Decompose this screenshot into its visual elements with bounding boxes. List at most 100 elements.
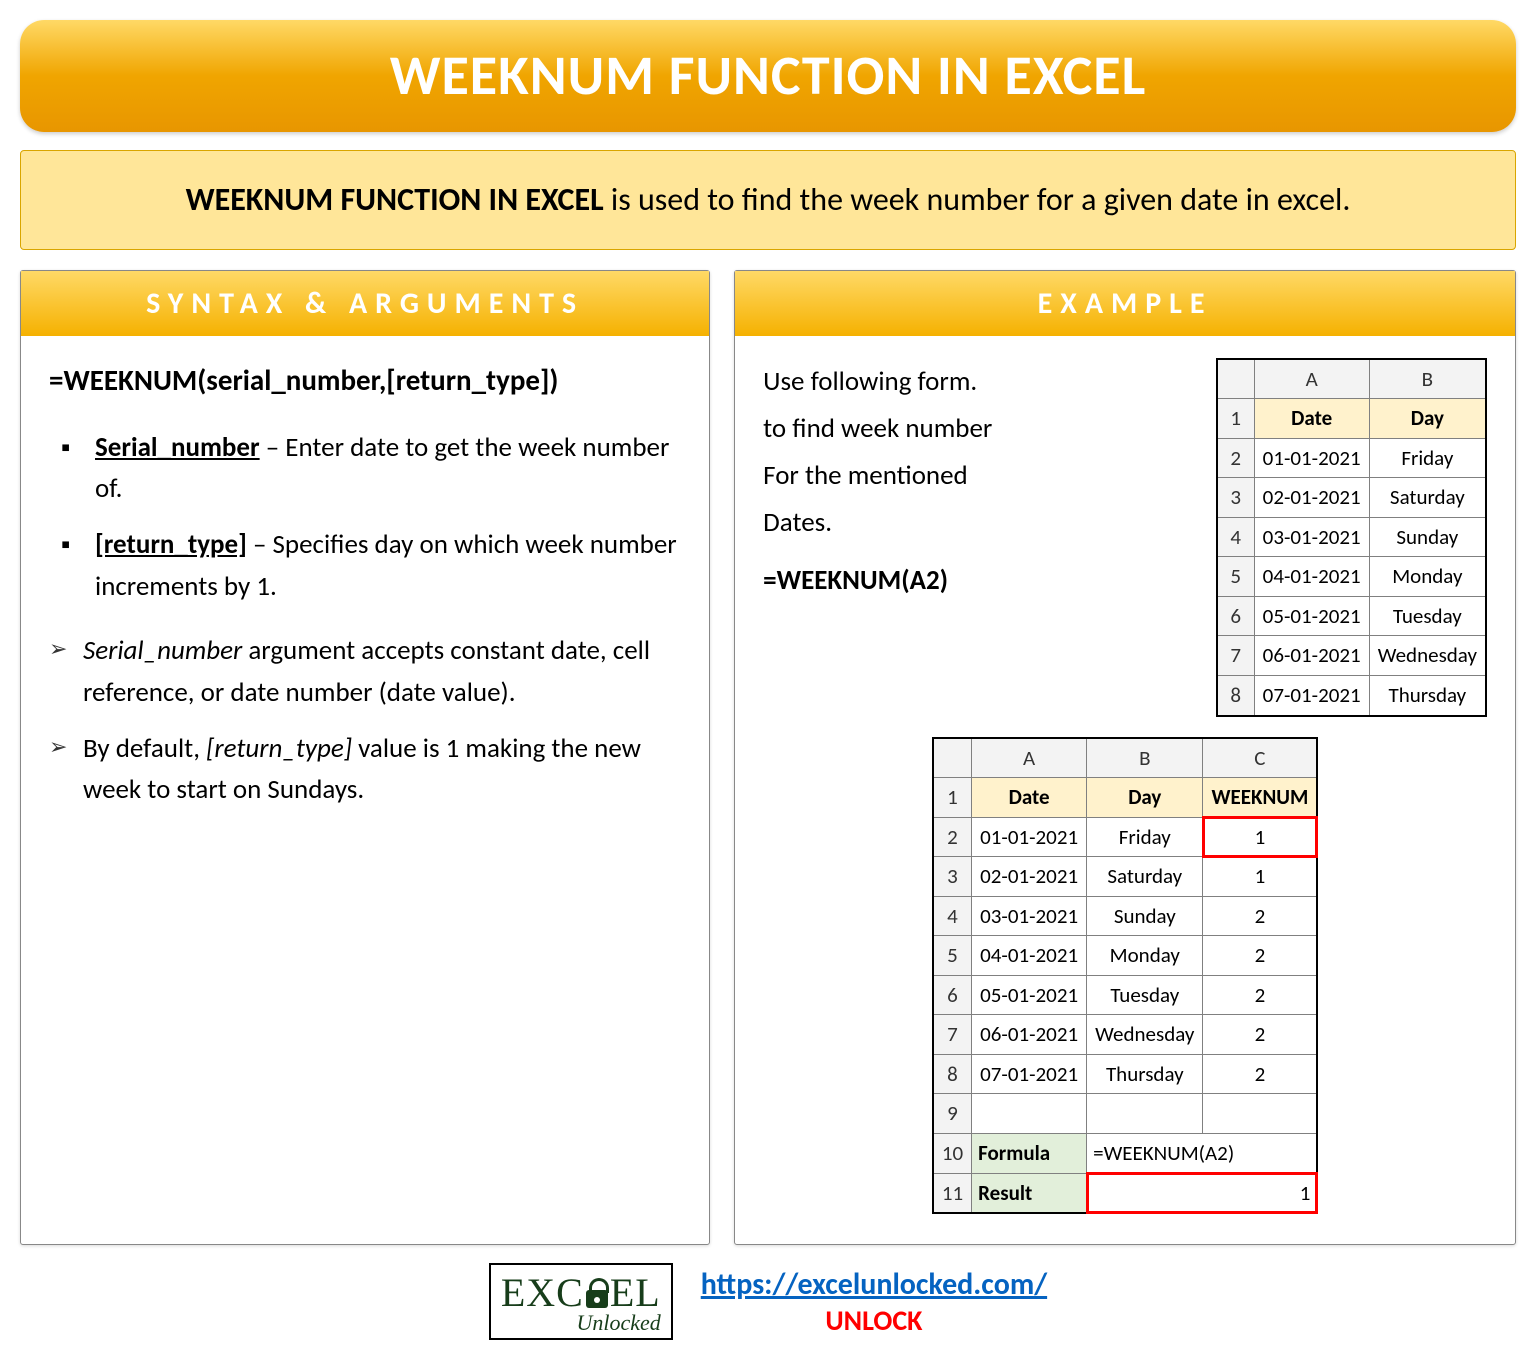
- syntax-header: SYNTAX & ARGUMENTS: [21, 271, 709, 336]
- row-header: 6: [933, 975, 972, 1015]
- row-header: 2: [1217, 438, 1255, 478]
- note-italic: Serial_number: [83, 634, 242, 667]
- row-header: 3: [933, 857, 972, 897]
- formula-label-cell: Formula: [972, 1133, 1087, 1173]
- table-cell: 07-01-2021: [972, 1054, 1087, 1094]
- example-line: Dates.: [763, 499, 1198, 546]
- row-header: 8: [1217, 675, 1255, 715]
- row-header: 5: [1217, 557, 1255, 597]
- example-line: Use following form.: [763, 358, 1198, 405]
- intro-description: WEEKNUM FUNCTION IN EXCEL is used to fin…: [20, 150, 1516, 250]
- table-cell: 03-01-2021: [972, 896, 1087, 936]
- table-cell: 05-01-2021: [1254, 596, 1369, 636]
- note-item: Serial_number argument accepts constant …: [49, 630, 681, 714]
- table-cell: 2: [1203, 1015, 1317, 1055]
- syntax-formula: =WEEKNUM(serial_number,[return_type]): [49, 358, 681, 403]
- table-corner: [933, 738, 972, 778]
- row-header: 5: [933, 936, 972, 976]
- table-cell: 01-01-2021: [972, 817, 1087, 857]
- result-label-cell: Result: [972, 1173, 1087, 1213]
- table-cell: 04-01-2021: [1254, 557, 1369, 597]
- table-cell: Thursday: [1087, 1054, 1203, 1094]
- row-header: 11: [933, 1173, 972, 1213]
- table-cell: 02-01-2021: [972, 857, 1087, 897]
- result-value-highlight: 1: [1087, 1173, 1318, 1213]
- arg-name: [return_type]: [95, 528, 247, 561]
- note-pre: By default,: [83, 732, 206, 765]
- table-cell: 07-01-2021: [1254, 675, 1369, 715]
- col-header: B: [1369, 359, 1486, 399]
- example-line: For the mentioned: [763, 452, 1198, 499]
- table-cell: Tuesday: [1369, 596, 1486, 636]
- col-header: A: [972, 738, 1087, 778]
- footer: EXCEL Unlocked https://excelunlocked.com…: [20, 1263, 1516, 1340]
- example-panel: EXAMPLE Use following form. to find week…: [734, 270, 1516, 1245]
- table-cell: 1: [1203, 857, 1317, 897]
- table-cell: [1087, 1094, 1203, 1134]
- table-cell: Tuesday: [1087, 975, 1203, 1015]
- note-item: By default, [return_type] value is 1 mak…: [49, 728, 681, 812]
- table-header-cell: Date: [1254, 399, 1369, 439]
- footer-link[interactable]: https://excelunlocked.com/: [701, 1266, 1047, 1303]
- row-header: 8: [933, 1054, 972, 1094]
- example-table-2: A B C 1 Date Day WEEKNUM 201-01-2021Frid…: [932, 737, 1319, 1215]
- table-cell: 2: [1203, 936, 1317, 976]
- example-header: EXAMPLE: [735, 271, 1515, 336]
- table-cell: 04-01-2021: [972, 936, 1087, 976]
- table-cell: Saturday: [1087, 857, 1203, 897]
- intro-bold: WEEKNUM FUNCTION IN EXCEL: [186, 180, 604, 219]
- row-header: 3: [1217, 478, 1255, 518]
- row-header: 1: [1217, 399, 1255, 439]
- row-header: 7: [933, 1015, 972, 1055]
- col-header: B: [1087, 738, 1203, 778]
- note-italic: [return_type]: [206, 732, 352, 765]
- weeknum-result-highlight: 1: [1203, 817, 1317, 857]
- table-cell: Sunday: [1087, 896, 1203, 936]
- table-cell: 06-01-2021: [1254, 636, 1369, 676]
- row-header: 4: [1217, 517, 1255, 557]
- arg-return-type: [return_type] – Specifies day on which w…: [61, 524, 681, 608]
- arg-name: Serial_number: [95, 431, 260, 464]
- row-header: 2: [933, 817, 972, 857]
- table-cell: Sunday: [1369, 517, 1486, 557]
- table-cell: Thursday: [1369, 675, 1486, 715]
- table-corner: [1217, 359, 1255, 399]
- page-title: WEEKNUM FUNCTION IN EXCEL: [20, 20, 1516, 132]
- row-header: 4: [933, 896, 972, 936]
- example-formula: =WEEKNUM(A2): [763, 557, 1198, 604]
- table-cell: 01-01-2021: [1254, 438, 1369, 478]
- lock-icon: [586, 1278, 608, 1308]
- example-line: to find week number: [763, 405, 1198, 452]
- syntax-panel: SYNTAX & ARGUMENTS =WEEKNUM(serial_numbe…: [20, 270, 710, 1245]
- row-header: 10: [933, 1133, 972, 1173]
- logo-subtext: Unlocked: [576, 1310, 660, 1336]
- table-header-cell: Day: [1369, 399, 1486, 439]
- table-cell: Monday: [1087, 936, 1203, 976]
- example-text: Use following form. to find week number …: [763, 358, 1198, 604]
- table-cell: 2: [1203, 975, 1317, 1015]
- row-header: 6: [1217, 596, 1255, 636]
- table-cell: 2: [1203, 896, 1317, 936]
- table-cell: 03-01-2021: [1254, 517, 1369, 557]
- table-cell: Wednesday: [1369, 636, 1486, 676]
- logo-text: EXCEL: [501, 1269, 661, 1316]
- table-header-cell: WEEKNUM: [1203, 778, 1317, 818]
- table-cell: Wednesday: [1087, 1015, 1203, 1055]
- intro-rest: is used to find the week number for a gi…: [604, 180, 1351, 219]
- table-cell: Monday: [1369, 557, 1486, 597]
- table-cell: [1203, 1094, 1317, 1134]
- row-header: 7: [1217, 636, 1255, 676]
- table-cell: Friday: [1087, 817, 1203, 857]
- table-header-cell: Day: [1087, 778, 1203, 818]
- table-header-cell: Date: [972, 778, 1087, 818]
- formula-value-cell: =WEEKNUM(A2): [1087, 1133, 1318, 1173]
- table-cell: [972, 1094, 1087, 1134]
- table-cell: Friday: [1369, 438, 1486, 478]
- arg-serial-number: Serial_number – Enter date to get the we…: [61, 427, 681, 511]
- table-cell: 2: [1203, 1054, 1317, 1094]
- col-header: C: [1203, 738, 1317, 778]
- table-cell: 02-01-2021: [1254, 478, 1369, 518]
- table-cell: Saturday: [1369, 478, 1486, 518]
- example-table-1: A B 1 Date Day 201-01-2021Friday 302-01-…: [1216, 358, 1487, 717]
- row-header: 1: [933, 778, 972, 818]
